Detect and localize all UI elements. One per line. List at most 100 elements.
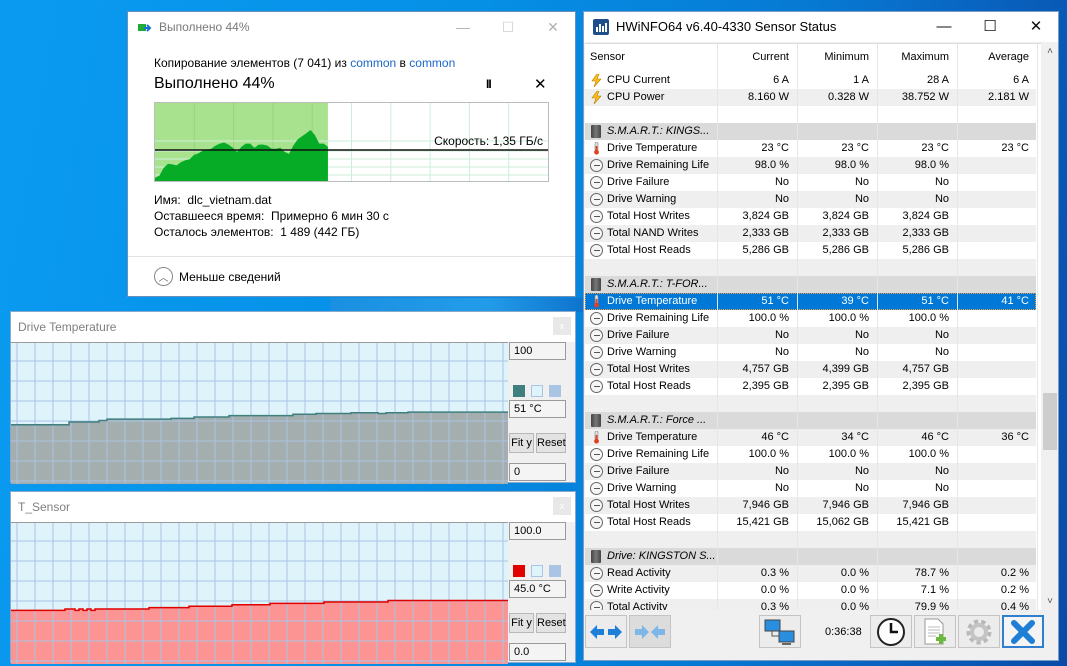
sensor-row[interactable]: Drive Remaining Life 98.0 % 98.0 % 98.0 %	[585, 157, 1036, 174]
lightning-icon	[590, 73, 603, 88]
current-value: 46 °C	[761, 431, 789, 443]
expand-columns-button[interactable]	[585, 615, 627, 648]
network-button[interactable]	[759, 615, 801, 648]
sensor-row[interactable]: Total Host Writes 4,757 GB 4,399 GB 4,757 G…	[585, 361, 1036, 378]
sensor-row[interactable]: Total Host Reads 5,286 GB 5,286 GB 5,286 GB	[585, 242, 1036, 259]
current-value: No	[774, 482, 789, 494]
sensor-name: Drive Remaining Life	[607, 312, 710, 324]
sensor-name: Drive Warning	[607, 193, 677, 205]
line-color-swatch[interactable]	[513, 385, 525, 397]
minimize-button[interactable]: —	[448, 16, 478, 38]
sensor-group-row[interactable]: Drive: KINGSTON S...	[585, 548, 1036, 565]
y-min-field[interactable]: 0.0	[509, 643, 566, 661]
column-header-average[interactable]: Average	[959, 51, 1029, 63]
current-value: 5,286 GB	[742, 244, 789, 256]
info-label: Осталось элементов:	[154, 225, 274, 239]
column-header-maximum[interactable]: Maximum	[879, 51, 949, 63]
scrollbar-thumb[interactable]	[1043, 393, 1057, 450]
logging-button[interactable]	[914, 615, 956, 648]
sensor-row[interactable]: Write Activity 0.0 % 0.0 % 7.1 % 0.2 %	[585, 582, 1036, 599]
sensor-row[interactable]: Drive Warning No No No	[585, 344, 1036, 361]
close-button[interactable]: ✕	[538, 16, 568, 38]
reset-clock-button[interactable]	[870, 615, 912, 648]
maximize-button[interactable]: ☐	[493, 16, 523, 38]
sensor-name: Write Activity	[607, 584, 670, 596]
grid-color-swatch[interactable]	[549, 565, 561, 577]
sensor-row[interactable]: Drive Temperature 23 °C 23 °C 23 °C 23 °C	[585, 140, 1036, 157]
source-folder-link[interactable]: common	[350, 56, 396, 70]
minimum-value: 3,824 GB	[822, 210, 869, 222]
maximum-value: No	[934, 329, 949, 341]
current-value: No	[774, 193, 789, 205]
graph-close-button[interactable]: x	[553, 317, 571, 335]
sensor-row[interactable]: Drive Temperature 51 °C 39 °C 51 °C 41 °C	[585, 293, 1036, 310]
scroll-down-arrow[interactable]: ˅	[1042, 596, 1058, 607]
background-color-swatch[interactable]	[531, 385, 543, 397]
y-max-field[interactable]: 100.0	[509, 522, 566, 540]
sensor-row[interactable]: Drive Remaining Life 100.0 % 100.0 % 100.0 …	[585, 446, 1036, 463]
fit-y-button[interactable]: Fit y	[509, 613, 534, 633]
sensor-row[interactable]: Total Host Writes 7,946 GB 7,946 GB 7,946 G…	[585, 497, 1036, 514]
reset-button[interactable]: Reset	[536, 433, 566, 453]
sensor-group-row[interactable]: S.M.A.R.T.: T-FOR...	[585, 276, 1036, 293]
clock-icon	[590, 227, 603, 240]
current-value: 100.0 %	[748, 448, 789, 460]
sensor-row[interactable]: Drive Warning No No No	[585, 480, 1036, 497]
background-color-swatch[interactable]	[531, 565, 543, 577]
cancel-copy-button[interactable]: ✕	[534, 75, 547, 93]
destination-folder-link[interactable]: common	[409, 56, 455, 70]
network-computers-icon	[764, 619, 795, 645]
sensor-row[interactable]: Total Host Reads 15,421 GB 15,062 GB 15,421…	[585, 514, 1036, 531]
sensor-row[interactable]: Total Activity 0.3 % 0.0 % 79.9 % 0.4 %	[585, 599, 1036, 610]
column-header-minimum[interactable]: Minimum	[799, 51, 869, 63]
fit-y-button[interactable]: Fit y	[509, 433, 534, 453]
settings-button[interactable]	[958, 615, 1000, 648]
sensor-row[interactable]: Drive Failure No No No	[585, 174, 1036, 191]
sensor-group-row[interactable]: S.M.A.R.T.: KINGS...	[585, 123, 1036, 140]
sensor-name: Drive Remaining Life	[607, 159, 710, 171]
close-button[interactable]: ✕	[1018, 15, 1054, 39]
sensor-name: Total Host Reads	[607, 380, 691, 392]
sensor-row[interactable]: CPU Power 8.160 W 0.328 W 38.752 W 2.181 W	[585, 89, 1036, 106]
collapse-columns-button[interactable]	[629, 615, 671, 648]
sensor-row[interactable]: CPU Current 6 A 1 A 28 A 6 A	[585, 72, 1036, 89]
minimum-value: 0.0 %	[840, 584, 869, 596]
maximize-button[interactable]: ☐	[972, 15, 1008, 39]
sensor-row[interactable]: Read Activity 0.3 % 0.0 % 78.7 % 0.2 %	[585, 565, 1036, 582]
y-max-field[interactable]: 100	[509, 342, 566, 360]
sensor-row[interactable]: Drive Temperature 46 °C 34 °C 46 °C 36 °C	[585, 429, 1036, 446]
group-name: Drive: KINGSTON S...	[607, 550, 716, 562]
hwinfo-toolbar: 0:36:38	[584, 612, 1058, 660]
close-button[interactable]	[1002, 615, 1044, 648]
clock-icon	[590, 499, 603, 512]
sensor-row[interactable]: Drive Failure No No No	[585, 327, 1036, 344]
minimize-button[interactable]: —	[926, 15, 962, 39]
scroll-up-arrow[interactable]: ˄	[1042, 46, 1058, 57]
reset-button[interactable]: Reset	[536, 613, 566, 633]
sensor-row[interactable]: Total Host Reads 2,395 GB 2,395 GB 2,395 GB	[585, 378, 1036, 395]
less-details-button[interactable]: ︿ Меньше сведений	[154, 267, 281, 286]
info-value: Примерно 6 мин 30 с	[271, 209, 389, 223]
hwinfo-app-icon	[593, 19, 609, 35]
clock-icon	[590, 210, 603, 223]
column-header-current[interactable]: Current	[719, 51, 789, 63]
t-sensor-graph-window: T_Sensor x 100.0 45.0 °C Fit y Reset 0.0	[10, 491, 576, 664]
drive-chip-icon	[591, 414, 601, 427]
minimum-value: 23 °C	[841, 142, 869, 154]
sensor-row[interactable]: Total NAND Writes 2,333 GB 2,333 GB 2,333 G…	[585, 225, 1036, 242]
sensor-row[interactable]: Drive Warning No No No	[585, 191, 1036, 208]
y-min-field[interactable]: 0	[509, 463, 566, 481]
vertical-scrollbar[interactable]: ˄ ˅	[1042, 43, 1058, 610]
sensor-row[interactable]: Drive Remaining Life 100.0 % 100.0 % 100.0 …	[585, 310, 1036, 327]
line-color-swatch[interactable]	[513, 565, 525, 577]
minimum-value: 100.0 %	[828, 312, 869, 324]
current-value: 7,946 GB	[742, 499, 789, 511]
graph-close-button[interactable]: x	[553, 497, 571, 515]
sensor-row[interactable]: Drive Failure No No No	[585, 463, 1036, 480]
column-header-sensor[interactable]: Sensor	[590, 51, 625, 63]
thermometer-icon	[590, 294, 603, 308]
grid-color-swatch[interactable]	[549, 385, 561, 397]
sensor-row[interactable]: Total Host Writes 3,824 GB 3,824 GB 3,824 G…	[585, 208, 1036, 225]
sensor-group-row[interactable]: S.M.A.R.T.: Force ...	[585, 412, 1036, 429]
pause-button[interactable]: II	[486, 77, 492, 91]
